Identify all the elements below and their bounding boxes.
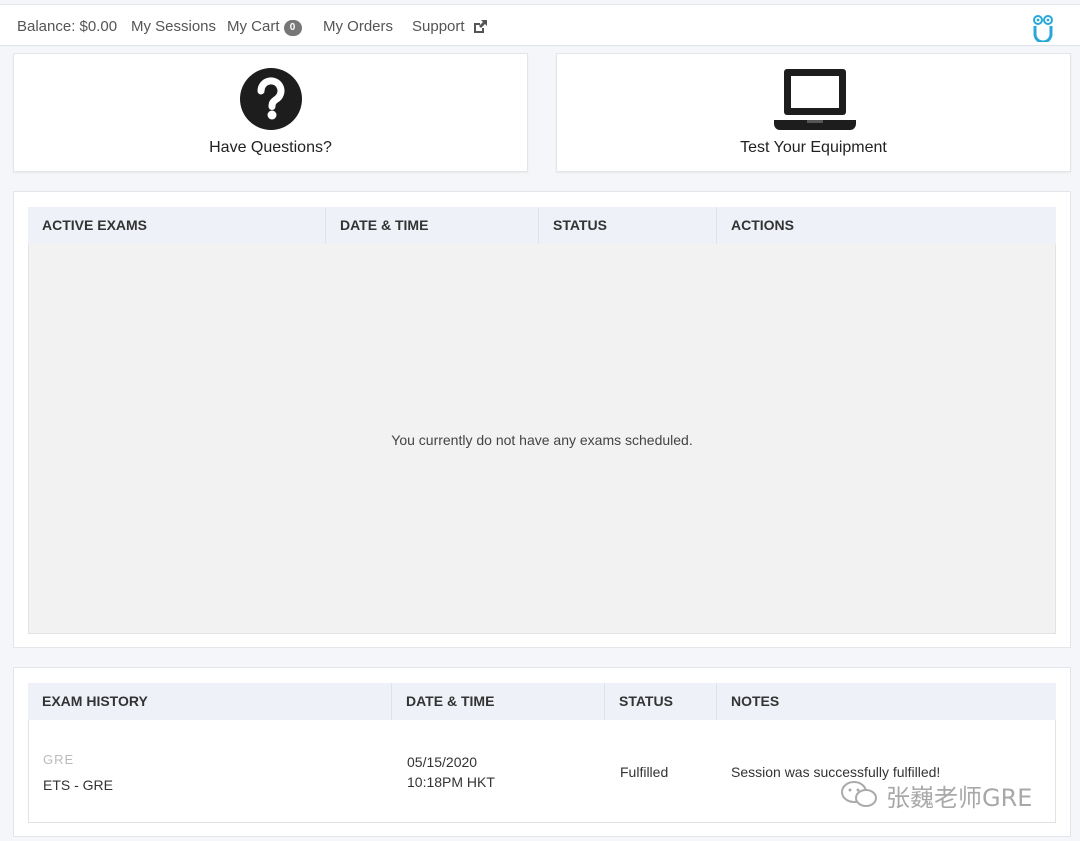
exam-provider: ETS - GRE <box>43 777 114 793</box>
question-circle-icon <box>240 68 302 130</box>
active-exams-empty-state: You currently do not have any exams sche… <box>28 244 1056 634</box>
balance-label: Balance: $0.00 <box>17 18 118 35</box>
nav-support[interactable]: Support <box>412 18 465 35</box>
nav-my-cart-label: My Cart <box>227 18 280 35</box>
col-exam-history[interactable]: EXAM HISTORY <box>28 683 392 720</box>
have-questions-card[interactable]: Have Questions? <box>13 53 528 172</box>
top-nav-bar: Balance: $0.00 My Sessions My Cart 0 My O… <box>0 4 1080 46</box>
exam-history-header-row: EXAM HISTORY DATE & TIME STATUS NOTES <box>28 683 1056 721</box>
exam-name-redacted: GRE <box>43 752 75 767</box>
owl-logo-icon[interactable] <box>1031 14 1055 42</box>
col-notes[interactable]: NOTES <box>717 683 1056 720</box>
col-history-status[interactable]: STATUS <box>605 683 717 720</box>
watermark-text: 张巍老师GRE <box>886 784 1033 812</box>
nav-my-sessions[interactable]: My Sessions <box>131 18 216 35</box>
test-equipment-label: Test Your Equipment <box>740 139 887 156</box>
col-status[interactable]: STATUS <box>539 207 717 244</box>
active-exams-header-row: ACTIVE EXAMS DATE & TIME STATUS ACTIONS <box>28 207 1056 245</box>
nav-my-orders[interactable]: My Orders <box>323 18 393 35</box>
exam-time: 10:18PM HKT <box>407 774 495 790</box>
external-link-icon[interactable] <box>472 19 488 35</box>
col-active-exams[interactable]: ACTIVE EXAMS <box>28 207 326 244</box>
laptop-icon <box>774 69 856 130</box>
have-questions-label: Have Questions? <box>209 139 332 156</box>
test-equipment-card[interactable]: Test Your Equipment <box>556 53 1071 172</box>
exam-status: Fulfilled <box>620 764 669 780</box>
exam-date: 05/15/2020 <box>407 754 478 770</box>
col-actions[interactable]: ACTIONS <box>717 207 1056 244</box>
col-date-time[interactable]: DATE & TIME <box>326 207 539 244</box>
no-exams-message: You currently do not have any exams sche… <box>391 432 693 448</box>
wechat-watermark-icon <box>841 781 877 807</box>
col-history-date-time[interactable]: DATE & TIME <box>392 683 605 720</box>
active-exams-panel: ACTIVE EXAMS DATE & TIME STATUS ACTIONS … <box>13 191 1071 648</box>
nav-my-cart[interactable]: My Cart 0 <box>227 18 302 36</box>
cart-count-badge: 0 <box>283 20 302 36</box>
